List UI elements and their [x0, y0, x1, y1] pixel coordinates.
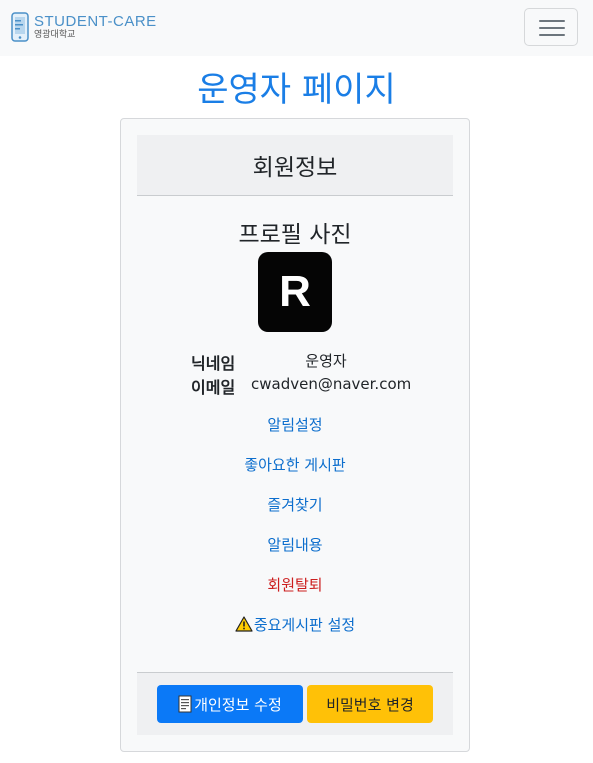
avatar: R: [258, 252, 332, 332]
brand-subtitle: 영광대학교: [34, 30, 76, 40]
hamburger-menu-icon: [539, 20, 565, 22]
withdraw-link[interactable]: 회원탈퇴: [121, 574, 469, 595]
important-board-settings-label: 중요게시판 설정: [253, 616, 356, 634]
edit-profile-button[interactable]: 개인정보 수정: [157, 685, 303, 723]
brand-logo[interactable]: STUDENT-CARE 영광대학교: [9, 11, 157, 43]
email-value: cwadven@naver.com: [251, 375, 412, 393]
edit-profile-label: 개인정보 수정: [194, 695, 282, 714]
page-title: 운영자 페이지: [197, 70, 396, 110]
top-navbar: STUDENT-CARE 영광대학교: [0, 0, 593, 56]
nickname-value: 운영자: [305, 352, 347, 370]
favorites-link[interactable]: 즐겨찾기: [121, 494, 469, 515]
card-header-title: 회원정보: [137, 135, 453, 196]
profile-card: 회원정보 프로필 사진 R 닉네임 운영자 이메일 cwadven@naver.…: [120, 118, 470, 752]
profile-photo-title: 프로필 사진: [238, 222, 352, 248]
important-board-settings-link[interactable]: 중요게시판 설정: [121, 614, 469, 635]
liked-posts-link[interactable]: 좋아요한 게시판: [121, 454, 469, 475]
phone-logo-icon: [11, 12, 29, 42]
nickname-label: 닉네임: [191, 354, 236, 373]
warning-icon: [235, 616, 253, 632]
change-password-button[interactable]: 비밀번호 변경: [307, 685, 433, 723]
brand-name: STUDENT-CARE: [34, 13, 157, 30]
navbar-toggle-button[interactable]: [524, 8, 578, 46]
email-label: 이메일: [191, 378, 236, 397]
card-footer: 개인정보 수정 비밀번호 변경: [137, 672, 453, 735]
notification-settings-link[interactable]: 알림설정: [121, 414, 469, 435]
notification-history-link[interactable]: 알림내용: [121, 534, 469, 555]
document-icon: [178, 695, 192, 713]
avatar-letter: R: [279, 267, 311, 316]
